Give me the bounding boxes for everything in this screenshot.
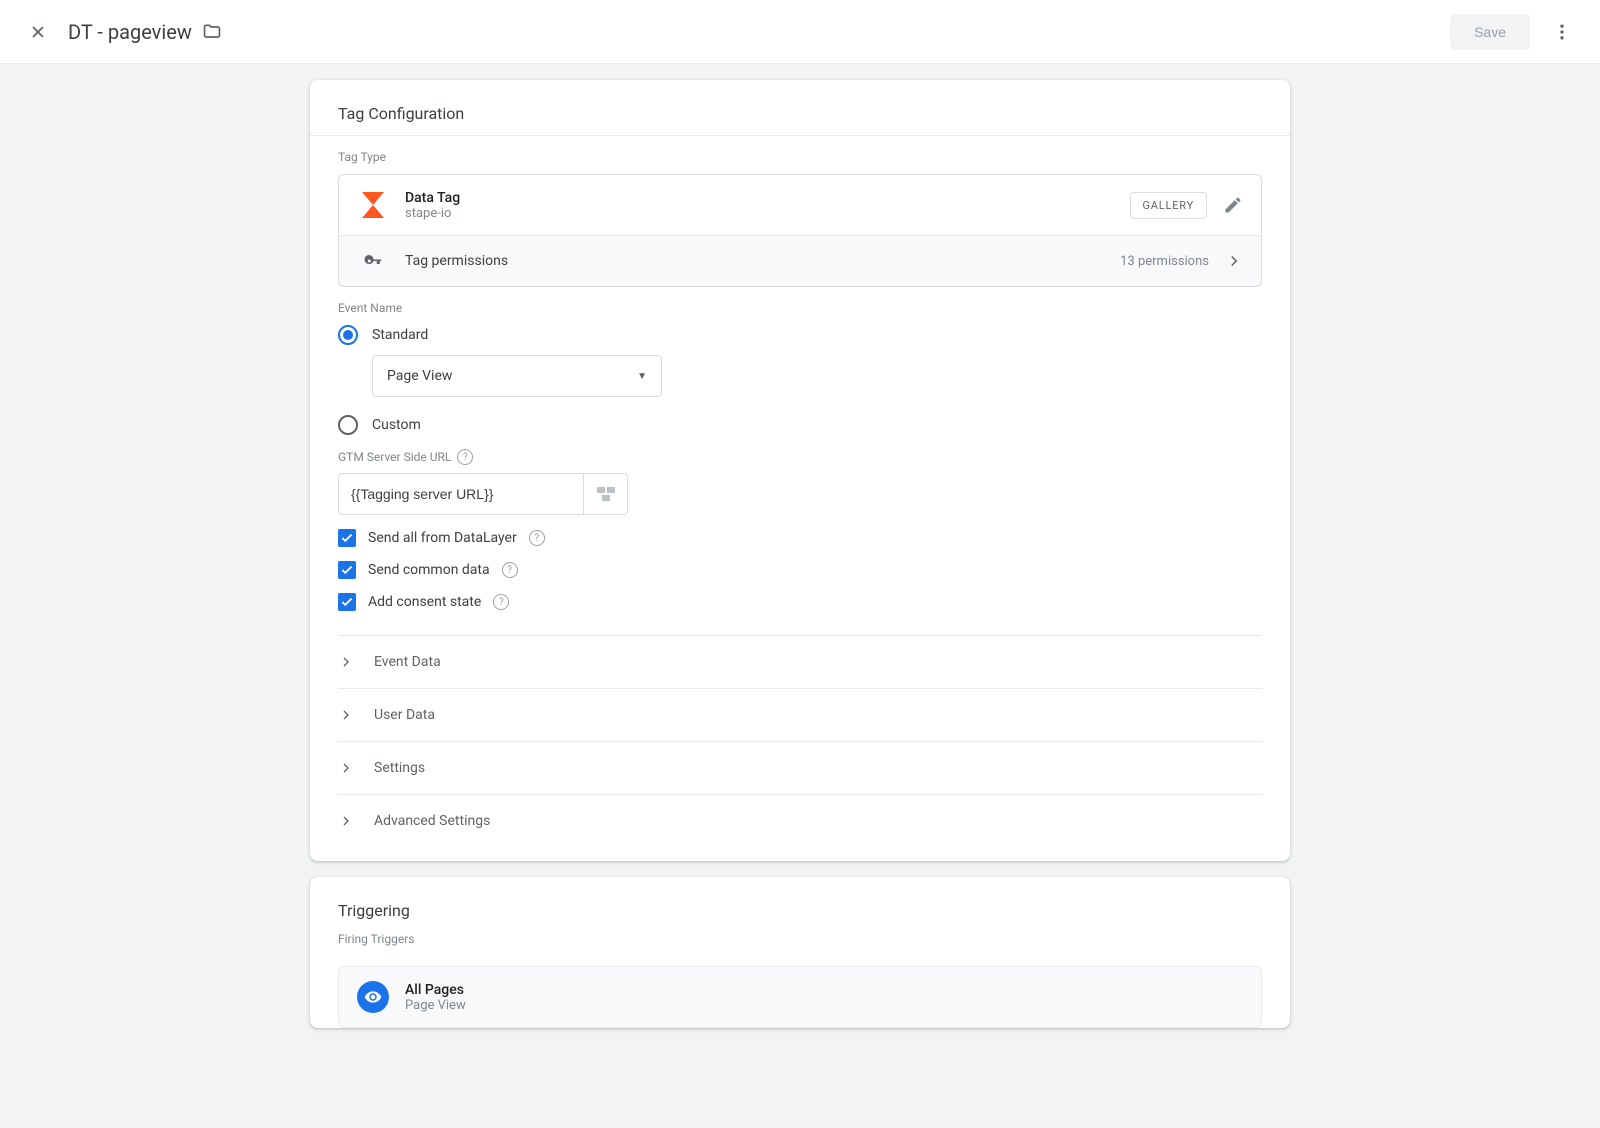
- close-button[interactable]: [18, 12, 58, 52]
- server-url-input[interactable]: [338, 473, 584, 515]
- triggering-title: Triggering: [310, 877, 1290, 928]
- radio-custom[interactable]: Custom: [338, 415, 1262, 435]
- event-select-value: Page View: [387, 368, 452, 384]
- save-button[interactable]: Save: [1450, 14, 1530, 50]
- expand-settings[interactable]: Settings: [338, 742, 1262, 795]
- help-icon[interactable]: ?: [493, 594, 509, 610]
- pageview-trigger-icon: [357, 981, 389, 1013]
- radio-icon: [338, 325, 358, 345]
- folder-icon[interactable]: [202, 22, 222, 42]
- radio-icon: [338, 415, 358, 435]
- trigger-type: Page View: [405, 998, 466, 1013]
- checkbox-icon: [338, 593, 356, 611]
- event-select[interactable]: Page View ▼: [372, 355, 662, 397]
- page-title[interactable]: DT - pageview: [68, 20, 192, 44]
- firing-triggers-label: Firing Triggers: [310, 928, 1290, 956]
- more-vert-icon: [1552, 22, 1572, 42]
- tag-permissions-row[interactable]: Tag permissions 13 permissions: [339, 235, 1261, 286]
- variable-picker-button[interactable]: [584, 473, 628, 515]
- chevron-right-icon: [338, 760, 356, 776]
- trigger-row[interactable]: All Pages Page View: [338, 966, 1262, 1028]
- top-bar: DT - pageview Save: [0, 0, 1600, 64]
- permissions-label: Tag permissions: [405, 253, 1120, 269]
- tag-type-row[interactable]: Data Tag stape-io GALLERY: [339, 175, 1261, 235]
- data-tag-icon: [357, 189, 389, 221]
- more-menu-button[interactable]: [1542, 12, 1582, 52]
- chevron-right-icon: [338, 654, 356, 670]
- chevron-right-icon: [1225, 252, 1243, 270]
- key-icon: [357, 252, 389, 270]
- edit-icon[interactable]: [1223, 195, 1243, 215]
- tag-type-box: Data Tag stape-io GALLERY Tag permission…: [338, 174, 1262, 287]
- chevron-right-icon: [338, 813, 356, 829]
- event-name-label: Event Name: [338, 301, 1262, 315]
- checkbox-icon: [338, 561, 356, 579]
- check-common-row[interactable]: Send common data ?: [338, 561, 1262, 579]
- checkbox-icon: [338, 529, 356, 547]
- chevron-right-icon: [338, 707, 356, 723]
- expand-event-data[interactable]: Event Data: [338, 636, 1262, 689]
- help-icon[interactable]: ?: [502, 562, 518, 578]
- dropdown-arrow-icon: ▼: [637, 371, 647, 382]
- triggering-card: Triggering Firing Triggers All Pages Pag…: [310, 877, 1290, 1028]
- permissions-count: 13 permissions: [1120, 254, 1209, 269]
- gallery-button[interactable]: GALLERY: [1130, 192, 1208, 219]
- server-url-label: GTM Server Side URL: [338, 450, 451, 464]
- trigger-name: All Pages: [405, 982, 466, 998]
- check-consent-row[interactable]: Add consent state ?: [338, 593, 1262, 611]
- tag-vendor: stape-io: [405, 206, 1130, 221]
- card-title: Tag Configuration: [310, 80, 1290, 136]
- tag-config-card: Tag Configuration Tag Type Data Tag stap…: [310, 80, 1290, 861]
- help-icon[interactable]: ?: [529, 530, 545, 546]
- check-datalayer-row[interactable]: Send all from DataLayer ?: [338, 529, 1262, 547]
- close-icon: [28, 22, 48, 42]
- help-icon[interactable]: ?: [457, 449, 473, 465]
- radio-standard[interactable]: Standard: [338, 325, 1262, 345]
- expand-user-data[interactable]: User Data: [338, 689, 1262, 742]
- expand-advanced[interactable]: Advanced Settings: [338, 795, 1262, 847]
- brick-icon: [597, 487, 615, 501]
- tag-name: Data Tag: [405, 190, 1130, 206]
- tag-type-label: Tag Type: [338, 150, 1262, 164]
